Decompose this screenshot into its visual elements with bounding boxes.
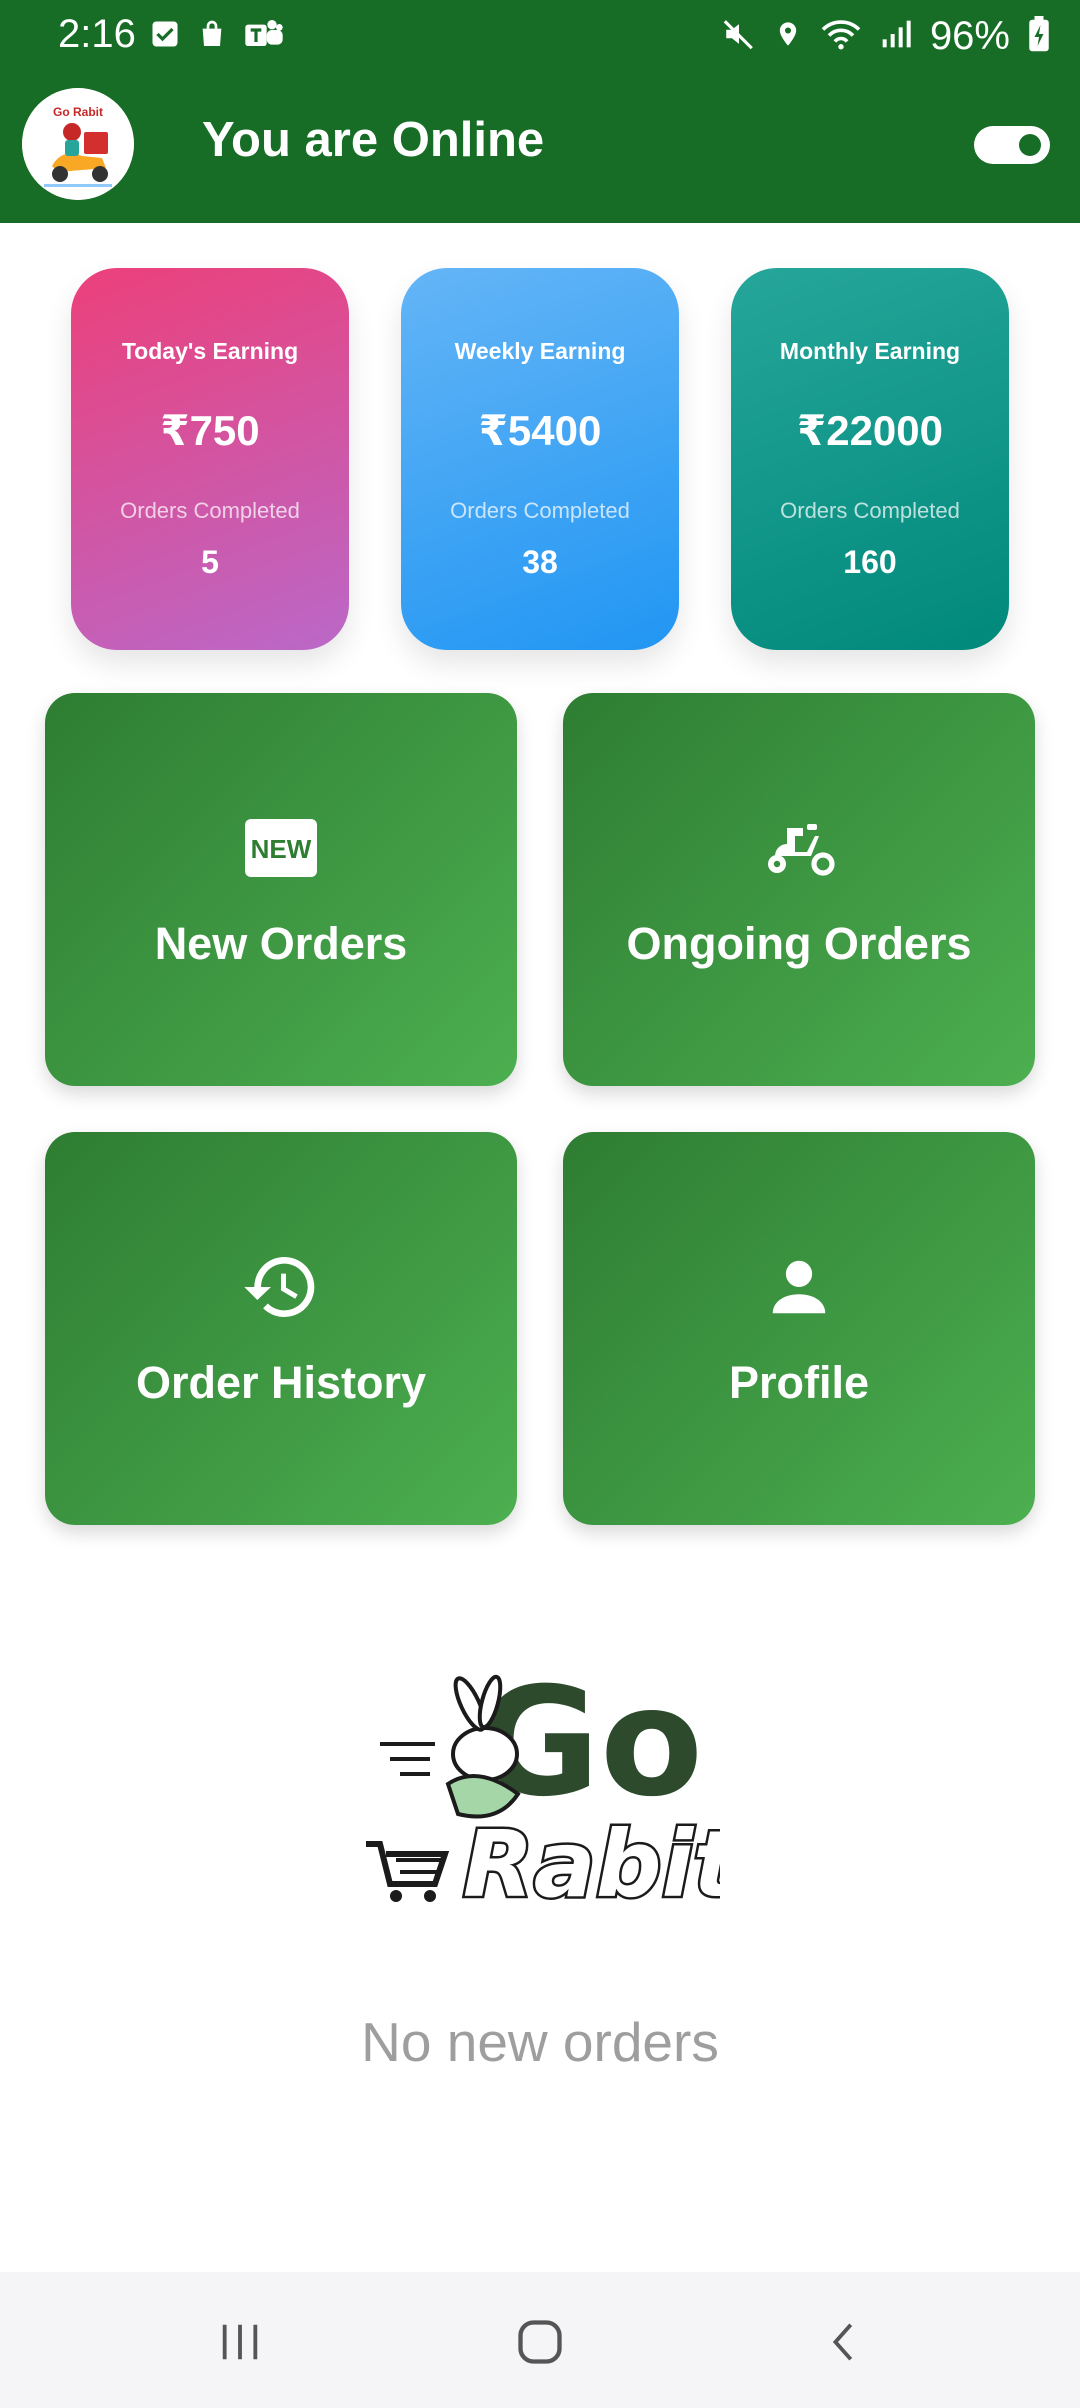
empty-state-message: No new orders [361, 2011, 719, 2073]
online-toggle[interactable] [974, 126, 1050, 164]
earning-label: Today's Earning [121, 338, 299, 364]
logo-text: Go Rabit [53, 105, 103, 119]
checkbox-notification-icon [150, 19, 180, 54]
tile-label: New Orders [154, 918, 408, 969]
recent-apps-icon[interactable] [200, 2302, 280, 2382]
notification-icons [150, 18, 284, 55]
orders-completed-value: 38 [522, 544, 558, 580]
earning-amount: ₹22000 [796, 407, 943, 454]
earning-label: Monthly Earning [779, 338, 961, 364]
logo-rabit-text: Rabit [463, 1811, 720, 1918]
battery-percent: 96% [929, 14, 1010, 58]
tile-label: Profile [728, 1357, 870, 1408]
toggle-knob [1019, 134, 1041, 156]
signal-icon [880, 18, 912, 55]
weekly-earning-card: Weekly Earning ₹5400 Orders Completed 38 [401, 268, 679, 650]
battery-charging-icon [1028, 16, 1050, 57]
scooter-icon [759, 808, 839, 888]
person-icon [759, 1247, 839, 1327]
tile-label: Order History [135, 1357, 427, 1408]
orders-completed-value: 160 [843, 544, 897, 580]
profile-tile[interactable]: Profile [563, 1132, 1035, 1525]
tile-label: Ongoing Orders [626, 918, 972, 969]
todays-earning-card: Today's Earning ₹750 Orders Completed 5 [71, 268, 349, 650]
status-time: 2:16 [58, 12, 136, 56]
page-title: You are Online [202, 113, 545, 167]
home-icon[interactable] [500, 2302, 580, 2382]
order-history-tile[interactable]: Order History [45, 1132, 517, 1525]
app-logo-avatar: Go Rabit [22, 88, 134, 200]
go-rabit-logo: Go Rabit [360, 1656, 743, 1924]
shopping-bag-icon [196, 18, 228, 55]
svg-text:NEW: NEW [251, 834, 312, 864]
back-icon[interactable] [805, 2302, 885, 2382]
orders-completed-label: Orders Completed [780, 498, 960, 523]
system-nav-bar [0, 2272, 1080, 2408]
orders-completed-label: Orders Completed [450, 498, 630, 523]
status-bar: 2:16 96% [0, 0, 1080, 74]
wifi-icon [820, 17, 862, 56]
app-bar: 2:16 96% Go Rabit You are Online [0, 0, 1080, 223]
system-icons: 96% [722, 14, 1050, 59]
orders-completed-value: 5 [201, 544, 219, 580]
mute-icon [722, 17, 756, 56]
new-badge-icon: NEW [241, 808, 321, 888]
teams-icon [244, 18, 284, 55]
orders-completed-label: Orders Completed [120, 498, 300, 523]
location-icon [774, 17, 802, 56]
history-icon [241, 1247, 321, 1327]
earning-amount: ₹5400 [478, 407, 602, 454]
ongoing-orders-tile[interactable]: Ongoing Orders [563, 693, 1035, 1086]
monthly-earning-card: Monthly Earning ₹22000 Orders Completed … [731, 268, 1009, 650]
new-orders-tile[interactable]: NEW New Orders [45, 693, 517, 1086]
earning-amount: ₹750 [160, 407, 260, 454]
earning-label: Weekly Earning [454, 338, 626, 364]
